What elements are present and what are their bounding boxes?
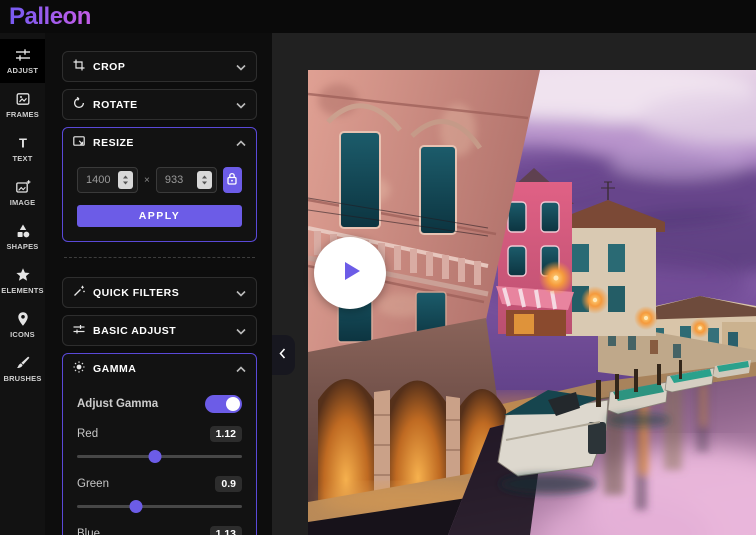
gamma-section-body: Adjust Gamma Red 1.12 Green 0.9 Blue 1.1… (63, 383, 256, 535)
play-button[interactable] (314, 237, 386, 309)
gamma-red-group: Red 1.12 (77, 426, 242, 463)
chevron-down-icon (236, 284, 246, 302)
sidebar-item-adjust[interactable]: ADJUST (0, 39, 45, 83)
green-slider-thumb[interactable] (129, 500, 143, 513)
blue-slider-label: Blue (77, 528, 101, 535)
sidebar-item-elements[interactable]: ELEMENTS (0, 259, 45, 303)
sidebar-item-label: BRUSHES (3, 374, 42, 383)
frames-icon (15, 91, 31, 107)
sidebar-item-brushes[interactable]: BRUSHES (0, 347, 45, 391)
sidebar-item-label: IMAGE (9, 198, 36, 207)
adjust-sliders-icon (15, 47, 31, 63)
sidebar-item-label: FRAMES (6, 110, 39, 119)
sliders-icon (73, 322, 85, 340)
green-slider-label: Green (77, 478, 109, 490)
section-title: QUICK FILTERS (93, 286, 180, 299)
chevron-down-icon (236, 96, 246, 114)
chevron-down-icon (236, 322, 246, 340)
sidebar-item-icons[interactable]: ICONS (0, 303, 45, 347)
resize-width-field (77, 167, 138, 193)
red-slider-thumb[interactable] (148, 450, 162, 463)
panel-divider (64, 257, 255, 258)
red-value-badge: 1.12 (209, 426, 242, 442)
resize-section-body: × APPLY (63, 157, 256, 241)
quick-filters-section: QUICK FILTERS (62, 277, 257, 308)
map-pin-icon (15, 311, 31, 327)
rotate-section: ROTATE (62, 89, 257, 120)
basic-adjust-section-header[interactable]: BASIC ADJUST (63, 316, 256, 345)
gamma-section: GAMMA Adjust Gamma Red 1.12 Green 0.9 Bl… (62, 353, 257, 535)
gamma-green-group: Green 0.9 (77, 476, 242, 513)
sidebar-item-label: ICONS (10, 330, 35, 339)
resize-height-field (155, 167, 217, 193)
sidebar-item-image[interactable]: IMAGE (0, 171, 45, 215)
svg-text:T: T (19, 136, 27, 151)
editor-canvas[interactable] (272, 33, 756, 535)
chevron-left-icon (278, 346, 286, 364)
sidebar-item-label: ADJUST (6, 66, 39, 75)
red-slider-label: Red (77, 428, 99, 440)
image-icon (15, 179, 31, 195)
play-icon (335, 256, 365, 291)
resize-width-input[interactable] (86, 174, 116, 186)
green-slider[interactable] (77, 500, 242, 513)
blue-value-badge: 1.13 (209, 526, 242, 535)
gamma-section-header[interactable]: GAMMA (63, 354, 256, 383)
app-logo: Palleon (9, 2, 91, 30)
app-header: Palleon (0, 0, 756, 33)
crop-section: CROP (62, 51, 257, 82)
chevron-up-icon (236, 134, 246, 152)
star-icon (15, 267, 31, 283)
resize-section: RESIZE × (62, 127, 257, 242)
shapes-icon (15, 223, 31, 239)
sidebar-item-frames[interactable]: FRAMES (0, 83, 45, 127)
gamma-toggle[interactable] (205, 395, 242, 413)
quick-filters-section-header[interactable]: QUICK FILTERS (63, 278, 256, 307)
tool-rail: ADJUST FRAMES T TEXT IMAGE SHAPES ELEMEN… (0, 33, 45, 535)
crop-icon (73, 58, 85, 76)
resize-icon (73, 134, 85, 152)
sidebar-item-label: ELEMENTS (1, 286, 44, 295)
venice-canal-evening-photo[interactable] (308, 70, 756, 535)
lock-icon (226, 172, 238, 188)
aspect-lock-button[interactable] (222, 167, 242, 193)
brush-icon (15, 355, 31, 371)
magic-wand-icon (73, 284, 85, 302)
height-stepper[interactable] (196, 171, 212, 189)
apply-button[interactable]: APPLY (77, 205, 242, 227)
width-stepper[interactable] (118, 171, 133, 189)
section-title: CROP (93, 60, 126, 73)
adjust-panel: CROP ROTATE RESIZE 1400 × 933 APPLY QUIC… (45, 33, 272, 535)
sidebar-item-text[interactable]: T TEXT (0, 127, 45, 171)
rotate-icon (73, 96, 85, 114)
sun-icon (73, 360, 85, 378)
green-value-badge: 0.9 (215, 476, 242, 492)
sidebar-item-label: TEXT (12, 154, 33, 163)
toggle-knob (226, 397, 240, 411)
text-icon: T (15, 135, 31, 151)
times-symbol: × (144, 174, 150, 186)
chevron-down-icon (236, 58, 246, 76)
resize-height-input[interactable] (164, 174, 195, 186)
basic-adjust-section: BASIC ADJUST (62, 315, 257, 346)
section-title: BASIC ADJUST (93, 324, 177, 337)
section-title: GAMMA (93, 362, 137, 375)
rotate-section-header[interactable]: ROTATE (63, 90, 256, 119)
red-slider[interactable] (77, 450, 242, 463)
gamma-blue-group: Blue 1.13 (77, 526, 242, 535)
section-title: RESIZE (93, 136, 134, 149)
chevron-up-icon (236, 360, 246, 378)
gamma-toggle-label: Adjust Gamma (77, 398, 159, 410)
resize-section-header[interactable]: RESIZE (63, 128, 256, 157)
slider-track (77, 505, 242, 508)
sidebar-item-shapes[interactable]: SHAPES (0, 215, 45, 259)
crop-section-header[interactable]: CROP (63, 52, 256, 81)
section-title: ROTATE (93, 98, 138, 111)
sidebar-item-label: SHAPES (6, 242, 39, 251)
